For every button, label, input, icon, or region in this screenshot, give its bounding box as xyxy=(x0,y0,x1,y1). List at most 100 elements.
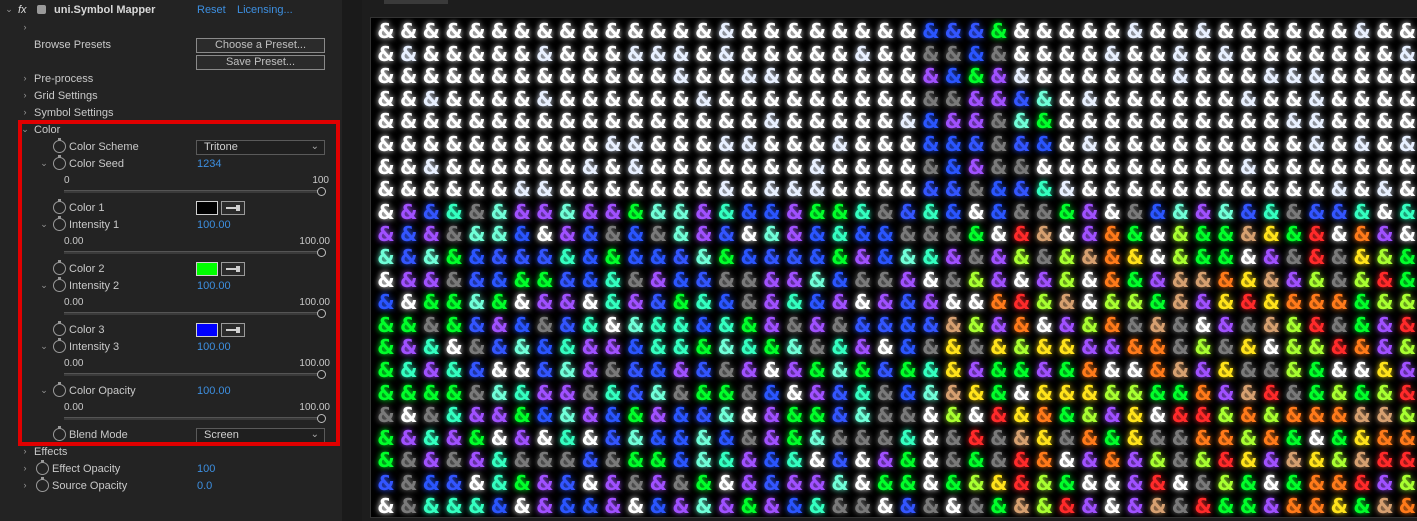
symbol-glyph: & xyxy=(1058,335,1076,360)
group-grid-settings[interactable]: › Grid Settings xyxy=(0,88,342,105)
chevron-right-icon[interactable]: › xyxy=(20,90,30,100)
stopwatch-icon[interactable] xyxy=(53,338,66,353)
symbol-glyph: & xyxy=(399,154,418,179)
symbol-glyph: & xyxy=(626,380,645,405)
intensity1-row: ⌄ Intensity 1 100.00 xyxy=(0,216,342,234)
eyedropper-icon[interactable] xyxy=(221,262,245,276)
symbol-glyph: & xyxy=(808,222,827,247)
reset-link[interactable]: Reset xyxy=(197,4,226,16)
chevron-down-icon[interactable]: ⌄ xyxy=(4,4,14,15)
symbol-glyph: & xyxy=(1398,154,1417,179)
choose-preset-button[interactable]: Choose a Preset... xyxy=(196,38,325,53)
group-preprocess[interactable]: › Pre-process xyxy=(0,71,342,88)
color3-swatch[interactable] xyxy=(196,323,218,337)
symbol-glyph: & xyxy=(558,222,577,247)
intensity1-slider-track[interactable] xyxy=(64,248,326,257)
symbol-glyph: & xyxy=(1398,199,1417,224)
symbol-glyph: & xyxy=(1330,19,1349,43)
symbol-glyph: & xyxy=(1035,109,1054,134)
symbol-glyph: & xyxy=(967,358,985,382)
eyedropper-icon[interactable] xyxy=(221,201,245,215)
panel-divider[interactable] xyxy=(342,0,362,521)
symbol-glyph: & xyxy=(944,312,963,337)
stopwatch-icon[interactable] xyxy=(53,155,66,170)
symbol-glyph: & xyxy=(740,222,758,247)
color2-swatch[interactable] xyxy=(196,262,218,276)
slider-thumb[interactable] xyxy=(317,414,326,423)
group-symbol-settings[interactable]: › Symbol Settings xyxy=(0,105,342,122)
color-seed-slider-track[interactable] xyxy=(64,187,326,196)
symbol-glyph: & xyxy=(672,425,690,450)
chevron-down-icon[interactable]: ⌄ xyxy=(39,158,49,169)
symbol-glyph: & xyxy=(422,19,441,43)
symbol-glyph: & xyxy=(649,154,668,179)
color-opacity-slider-track[interactable] xyxy=(64,414,326,423)
slider-thumb[interactable] xyxy=(317,187,326,196)
color1-swatch[interactable] xyxy=(196,201,218,215)
chevron-right-icon[interactable]: › xyxy=(20,107,30,117)
slider-thumb[interactable] xyxy=(317,309,326,318)
symbol-glyph: & xyxy=(672,64,690,89)
symbol-glyph: & xyxy=(1239,41,1258,66)
stopwatch-icon[interactable] xyxy=(53,260,66,275)
chevron-right-icon[interactable]: › xyxy=(20,73,30,83)
stopwatch-icon[interactable] xyxy=(53,277,66,292)
eyedropper-icon[interactable] xyxy=(221,323,245,337)
stopwatch-icon[interactable] xyxy=(53,216,66,231)
stopwatch-icon[interactable] xyxy=(36,460,49,475)
save-preset-button[interactable]: Save Preset... xyxy=(196,55,325,70)
symbol-glyph: & xyxy=(944,358,963,382)
symbol-glyph: & xyxy=(558,380,577,405)
symbol-glyph: & xyxy=(1307,19,1326,43)
symbol-glyph: & xyxy=(1058,64,1076,89)
symbol-glyph: & xyxy=(604,358,622,382)
chevron-down-icon[interactable]: ⌄ xyxy=(39,341,49,352)
slider-thumb[interactable] xyxy=(317,370,326,379)
symbol-glyph: & xyxy=(1239,222,1258,247)
symbol-glyph: & xyxy=(649,109,668,134)
group-effects[interactable]: › Effects xyxy=(0,444,342,461)
chevron-right-icon[interactable]: › xyxy=(20,480,30,490)
chevron-right-icon[interactable]: › xyxy=(20,22,30,32)
stopwatch-icon[interactable] xyxy=(36,477,49,492)
slider-thumb[interactable] xyxy=(317,248,326,257)
symbol-glyph: & xyxy=(1330,403,1349,428)
stopwatch-icon[interactable] xyxy=(53,382,66,397)
stopwatch-icon[interactable] xyxy=(53,426,66,441)
effect-opacity-value[interactable]: 100 xyxy=(197,463,215,475)
chevron-down-icon[interactable]: ⌄ xyxy=(20,124,30,135)
symbol-glyph: & xyxy=(967,312,985,337)
blend-mode-dropdown[interactable]: Screen ⌄ xyxy=(196,428,325,443)
stopwatch-icon[interactable] xyxy=(53,138,66,153)
chevron-down-icon[interactable]: ⌄ xyxy=(39,280,49,291)
symbol-glyph: & xyxy=(1080,199,1099,224)
source-opacity-value[interactable]: 0.0 xyxy=(197,480,212,492)
intensity2-slider-track[interactable] xyxy=(64,309,326,318)
chevron-down-icon[interactable]: ⌄ xyxy=(39,219,49,230)
symbol-glyph: & xyxy=(558,358,577,382)
symbol-glyph: & xyxy=(853,132,872,156)
symbol-glyph: & xyxy=(490,335,509,360)
viewer-tab[interactable] xyxy=(384,0,448,4)
licensing-link[interactable]: Licensing... xyxy=(237,4,293,16)
intensity2-value[interactable]: 100.00 xyxy=(197,280,231,292)
symbol-glyph: & xyxy=(944,86,963,111)
color-seed-value[interactable]: 1234 xyxy=(197,158,221,170)
symbol-glyph: & xyxy=(1171,41,1190,66)
chevron-down-icon[interactable]: ⌄ xyxy=(39,385,49,396)
symbol-glyph: & xyxy=(717,19,736,43)
stopwatch-icon[interactable] xyxy=(53,199,66,214)
fx-icon[interactable]: fx xyxy=(18,4,27,16)
render-canvas[interactable]: & & & & & & & & & & & & & & & & & & & & & & & & & & & & & & & & & & & & & & & &… xyxy=(370,17,1417,518)
symbol-glyph: & xyxy=(558,177,577,202)
stopwatch-icon[interactable] xyxy=(53,321,66,336)
color-opacity-value[interactable]: 100.00 xyxy=(197,385,231,397)
group-color[interactable]: ⌄ Color xyxy=(0,122,342,139)
intensity3-slider-track[interactable] xyxy=(64,370,326,379)
color-scheme-dropdown[interactable]: Tritone ⌄ xyxy=(196,140,325,155)
browse-presets-label: Browse Presets xyxy=(34,39,112,51)
chevron-right-icon[interactable]: › xyxy=(20,446,30,456)
chevron-right-icon[interactable]: › xyxy=(20,463,30,473)
intensity3-value[interactable]: 100.00 xyxy=(197,341,231,353)
intensity1-value[interactable]: 100.00 xyxy=(197,219,231,231)
